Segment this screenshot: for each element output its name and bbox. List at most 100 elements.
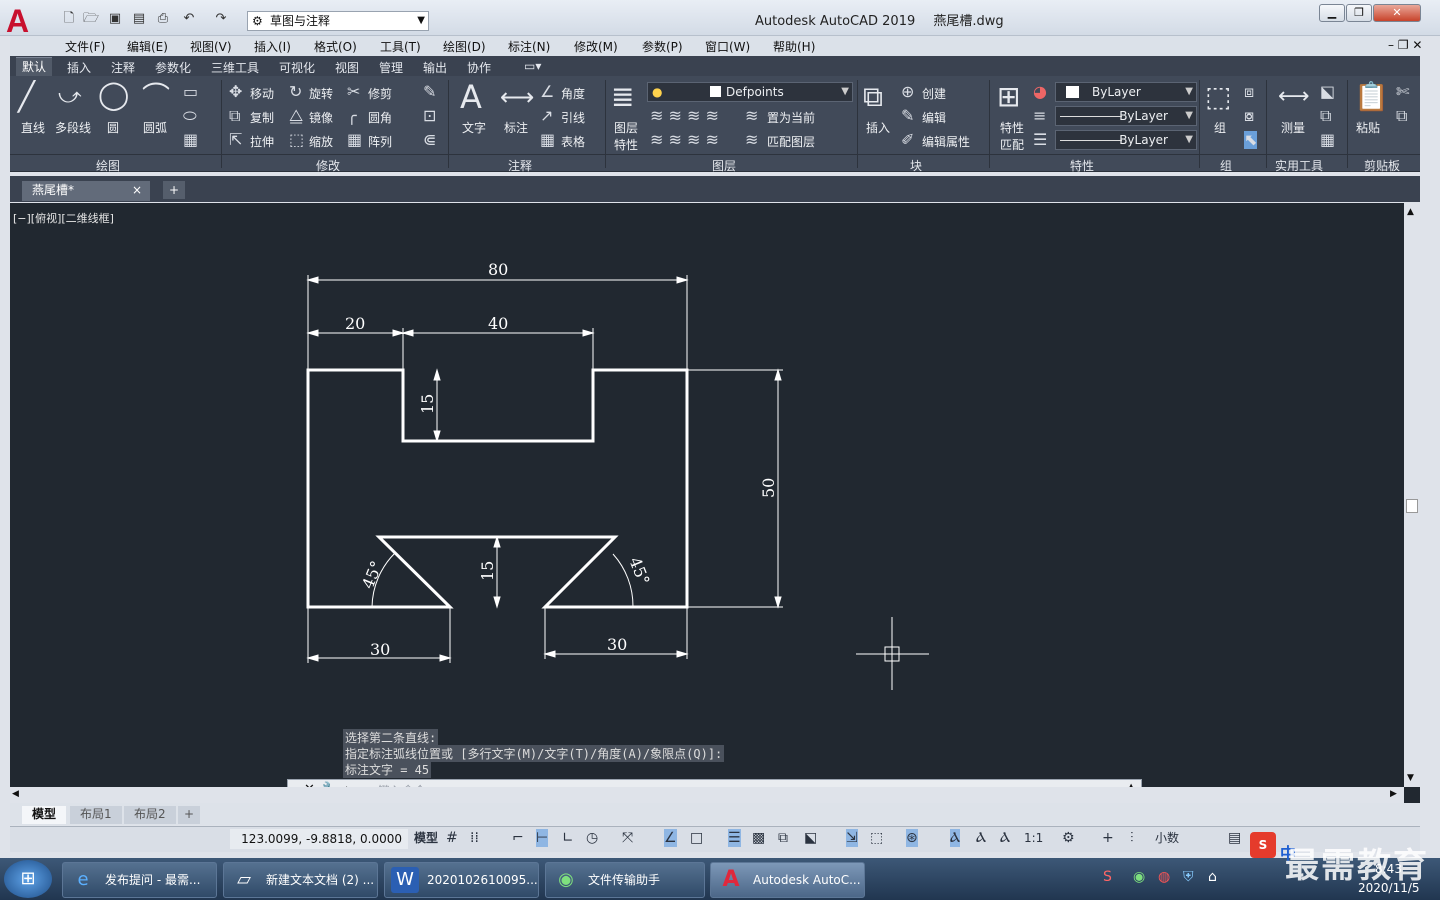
dynamic-input-icon[interactable]: ⊢	[536, 829, 549, 847]
doc-window-controls[interactable]: – ❐ ✕	[1388, 38, 1422, 52]
measure-icon[interactable]: ⟷	[1278, 82, 1310, 112]
table-button[interactable]: 表格	[561, 133, 585, 150]
workspace-dropdown[interactable]: ⚙ 草图与注释 ▼	[247, 11, 429, 31]
quick-select-icon[interactable]: ⬕	[1320, 83, 1335, 101]
trim-button[interactable]: 修剪	[368, 85, 392, 102]
annotation-scale-value[interactable]: 1:1	[1024, 829, 1043, 847]
linetype-dropdown[interactable]: ByLayer ▼	[1055, 106, 1197, 126]
erase-icon[interactable]: ✎	[423, 83, 436, 101]
line-button[interactable]: 直线	[21, 119, 45, 136]
utilities-panel-title[interactable]: 实用工具	[1275, 157, 1323, 174]
paste-button[interactable]: 粘贴	[1356, 119, 1380, 136]
maximize-button[interactable]: ❐	[1346, 4, 1372, 22]
annotation-scale-icon[interactable]: Ⲁ	[1000, 829, 1010, 847]
layer-tools-2-icon[interactable]: ≋ ≋ ≋ ≋	[650, 131, 719, 149]
isodraft-icon[interactable]: ⤧	[622, 829, 633, 847]
close-tab-icon[interactable]: ×	[132, 181, 142, 200]
units-value[interactable]: 小数	[1155, 829, 1179, 847]
groups-panel-title[interactable]: 组	[1220, 157, 1232, 174]
modify-panel-title[interactable]: 修改	[316, 157, 340, 174]
tab-layout2[interactable]: 布局2	[124, 806, 176, 824]
menu-tools[interactable]: 工具(T)	[380, 38, 421, 55]
tab-output[interactable]: 输出	[423, 59, 447, 76]
tab-home[interactable]: 默认	[16, 57, 53, 76]
angular-button[interactable]: 角度	[561, 85, 585, 102]
tray-weibo-icon[interactable]: ◍	[1158, 869, 1170, 885]
object-snap-icon[interactable]: □	[690, 829, 703, 847]
line-icon[interactable]: ╱	[18, 82, 35, 112]
match-properties-label-1[interactable]: 特性	[1000, 119, 1024, 136]
infer-constraints-icon[interactable]: ⌐	[512, 829, 524, 847]
color-dropdown[interactable]: ByLayer ▼	[1055, 82, 1197, 102]
scroll-left-icon[interactable]: ◀	[12, 789, 19, 799]
menu-insert[interactable]: 插入(I)	[254, 38, 291, 55]
match-properties-label-2[interactable]: 匹配	[1000, 136, 1024, 153]
group-icon[interactable]: ⬚	[1205, 82, 1231, 112]
tab-manage[interactable]: 管理	[379, 59, 403, 76]
ortho-icon[interactable]: ∟	[562, 829, 574, 847]
clock-date[interactable]: 2020/11/5	[1358, 881, 1420, 895]
array-button[interactable]: 阵列	[368, 133, 392, 150]
minimize-button[interactable]: ▁	[1319, 4, 1345, 22]
taskbar-item-wechat[interactable]: ◉ 文件传输助手	[545, 862, 705, 898]
tab-collaborate[interactable]: 协作	[467, 59, 491, 76]
new-file-icon[interactable]: 🗋	[60, 11, 78, 27]
annotation-panel-title[interactable]: 注释	[508, 157, 532, 174]
scroll-right-icon[interactable]: ▶	[1390, 789, 1397, 799]
leader-button[interactable]: 引线	[561, 109, 585, 126]
layer-dropdown[interactable]: ● Defpoints ▼	[647, 82, 853, 102]
ellipse-icon[interactable]: ⬭	[183, 107, 197, 125]
units-icon[interactable]: ⫶	[1130, 829, 1134, 847]
scroll-down-icon[interactable]: ▼	[1407, 773, 1414, 783]
edit-block-button[interactable]: 编辑	[922, 109, 946, 126]
3d-osnap-icon[interactable]: ⬕	[804, 829, 817, 847]
lineweight-dropdown[interactable]: ByLayer ▼	[1055, 130, 1197, 150]
layer-properties-icon[interactable]: ≣	[611, 82, 634, 112]
block-panel-title[interactable]: 块	[910, 157, 922, 174]
calculator-icon[interactable]: ▦	[1320, 131, 1335, 149]
text-button[interactable]: 文字	[462, 119, 486, 136]
tray-wechat-icon[interactable]: ◉	[1133, 869, 1145, 885]
insert-block-icon[interactable]: ⧉	[863, 82, 883, 112]
menu-view[interactable]: 视图(V)	[190, 38, 232, 55]
explode-icon[interactable]: ⊡	[423, 107, 436, 125]
menu-file[interactable]: 文件(F)	[65, 38, 105, 55]
cut-icon[interactable]: ✄	[1396, 83, 1409, 101]
save-icon[interactable]: ▣	[106, 11, 124, 27]
object-snap-tracking-icon[interactable]: ∠	[664, 829, 677, 847]
clipboard-panel-title[interactable]: 剪贴板	[1364, 157, 1400, 174]
tray-network-icon[interactable]: ⌂	[1208, 869, 1217, 885]
undo-icon[interactable]: ↶	[180, 11, 198, 27]
polyline-icon[interactable]: ⤻	[58, 82, 82, 112]
menu-format[interactable]: 格式(O)	[314, 38, 357, 55]
set-current-button[interactable]: 置为当前	[767, 109, 815, 126]
polar-icon[interactable]: ◷	[586, 829, 598, 847]
transparency-icon[interactable]: ▩	[752, 829, 765, 847]
paste-icon[interactable]: 📋	[1354, 82, 1389, 112]
match-properties-icon[interactable]: ⊞	[997, 82, 1020, 112]
properties-panel-title[interactable]: 特性	[1070, 157, 1094, 174]
polyline-button[interactable]: 多段线	[55, 119, 91, 136]
save-as-icon[interactable]: ▤	[130, 11, 148, 27]
redo-icon[interactable]: ↷	[212, 11, 230, 27]
stretch-button[interactable]: 拉伸	[250, 133, 274, 150]
arc-icon[interactable]: ⌒	[142, 82, 170, 112]
ungroup-icon[interactable]: ⧈	[1244, 83, 1254, 101]
model-space-button[interactable]: 模型	[414, 829, 438, 847]
selection-filter-icon[interactable]: ⬚	[870, 829, 883, 847]
add-layout-button[interactable]: +	[178, 806, 201, 824]
vertical-scrollbar[interactable]: ▲ ▼	[1404, 203, 1420, 787]
create-block-button[interactable]: 创建	[922, 85, 946, 102]
copy-button[interactable]: 复制	[250, 109, 274, 126]
select-all-icon[interactable]: ⧉	[1320, 107, 1331, 125]
taskbar-item-notepad[interactable]: ▱ 新建文本文档 (2) ...	[223, 862, 378, 898]
hatch-icon[interactable]: ▦	[183, 131, 198, 149]
layer-tools-icon[interactable]: ≋ ≋ ≋ ≋	[650, 107, 719, 125]
gizmo-icon[interactable]: ⊛	[906, 829, 918, 847]
group-edit-icon[interactable]: ⧇	[1244, 107, 1254, 125]
tab-3d-tools[interactable]: 三维工具	[211, 59, 259, 76]
match-layer-button[interactable]: 匹配图层	[767, 133, 815, 150]
autocad-logo-icon[interactable]: A	[6, 3, 50, 39]
dimension-icon[interactable]: ⟷	[500, 82, 534, 112]
layers-panel-title[interactable]: 图层	[712, 157, 736, 174]
